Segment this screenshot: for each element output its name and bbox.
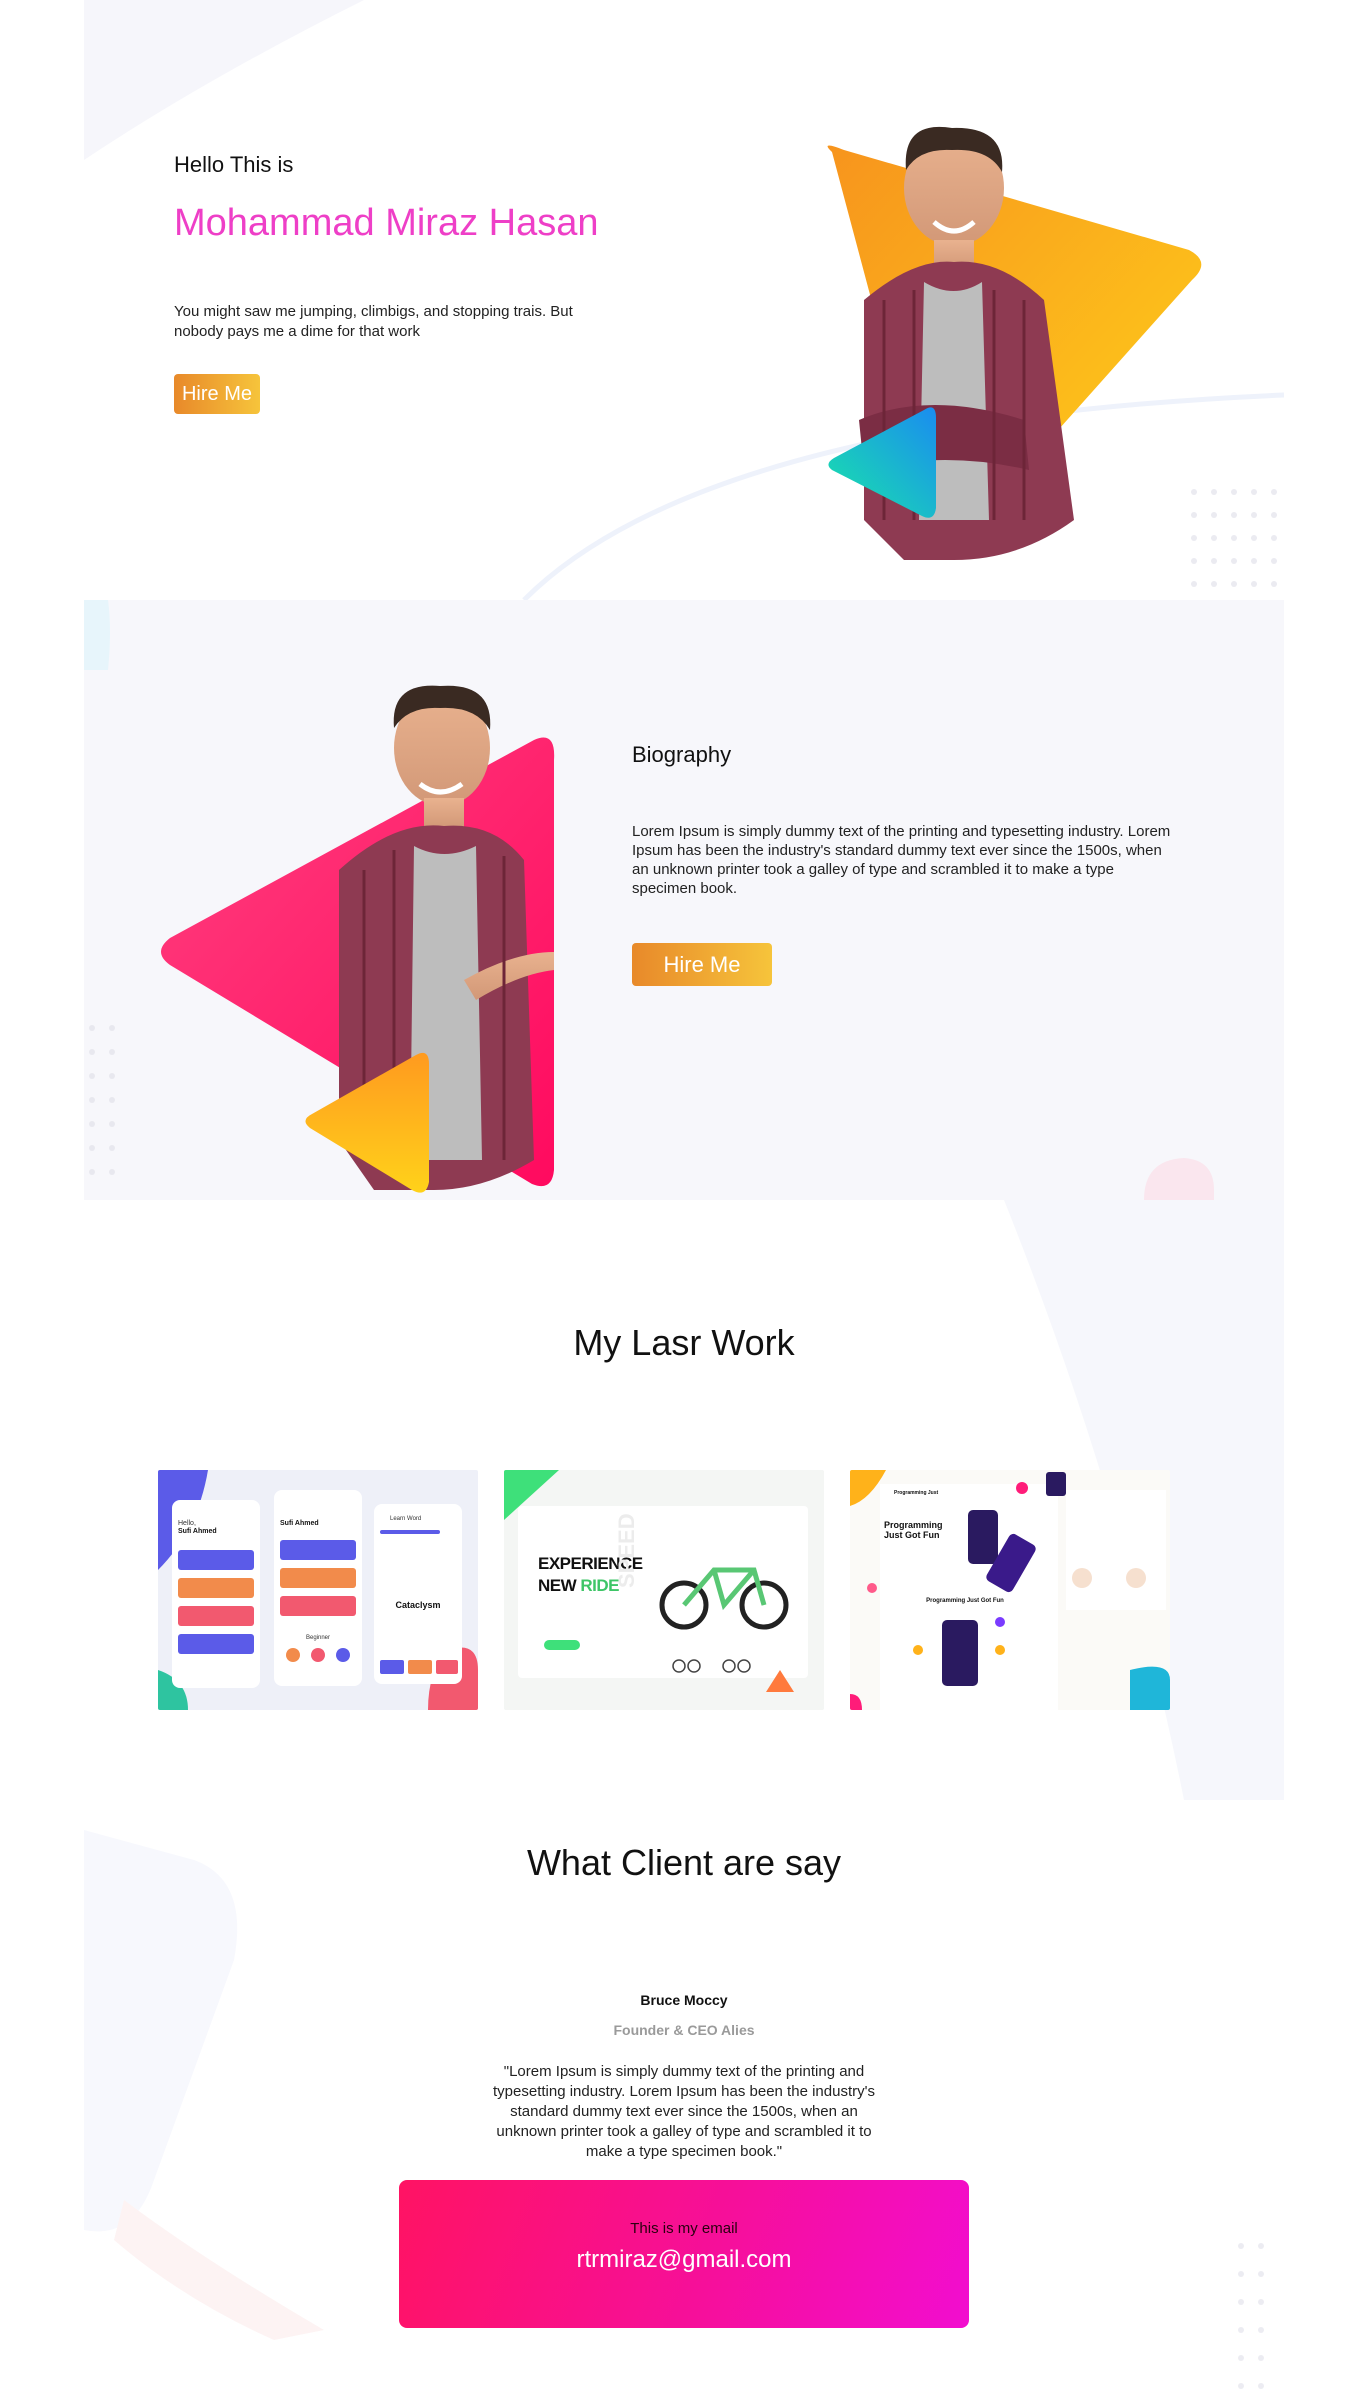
card-1-greeting: Hello, bbox=[178, 1520, 196, 1527]
card-3-brand: Programming Just bbox=[894, 1490, 939, 1496]
work-title: My Lasr Work bbox=[573, 1322, 795, 1363]
hero-description: You might saw me jumping, climbigs, and … bbox=[174, 303, 573, 340]
card-1-level: Beginner bbox=[305, 1635, 331, 1641]
email-label: This is my email bbox=[630, 2220, 738, 2237]
work-section: My Lasr Work Hello, Sufi Ahmed Sufi Ahme… bbox=[84, 1200, 1284, 1800]
hero-background-decor bbox=[84, 0, 1284, 600]
work-card-programming-site[interactable]: Programming Just Got Fun Programming Jus… bbox=[850, 1470, 1170, 1710]
card-3-headline: Programming Just Got Fun bbox=[884, 1520, 943, 1540]
page: Hello This is Mohammad Miraz Hasan You m… bbox=[84, 0, 1284, 2400]
hero-hire-me-button[interactable]: Hire Me bbox=[174, 374, 260, 414]
card-3-section: Programming Just Got Fun bbox=[926, 1598, 1004, 1604]
testimonial-section: What Client are say Bruce Moccy Founder … bbox=[84, 1800, 1284, 2400]
biography-text: Lorem Ipsum is simply dummy text of the … bbox=[632, 823, 1171, 897]
biography-section: Biography Lorem Ipsum is simply dummy te… bbox=[84, 600, 1284, 1200]
card-1-header: Learn Word bbox=[390, 1516, 422, 1522]
card-1-user-2: Sufi Ahmed bbox=[280, 1520, 319, 1527]
testimonial-title: What Client are say bbox=[526, 1842, 842, 1883]
hero-name: Mohammad Miraz Hasan bbox=[174, 202, 599, 244]
hero-section: Hello This is Mohammad Miraz Hasan You m… bbox=[84, 0, 1284, 600]
work-card-3-illustration bbox=[850, 1470, 1170, 1710]
email-address-link[interactable]: rtrmiraz@gmail.com bbox=[399, 2246, 969, 2274]
work-card-bicycle-site[interactable]: EXPERIENCE NEW RIDE SPEED bbox=[504, 1470, 824, 1710]
work-card-1-illustration bbox=[158, 1470, 478, 1710]
email-contact-box: This is my email rtrmiraz@gmail.com bbox=[399, 2180, 969, 2328]
client-quote: "Lorem Ipsum is simply dummy text of the… bbox=[493, 2063, 875, 2160]
client-name: Bruce Moccy bbox=[640, 1992, 728, 2008]
biography-title: Biography bbox=[632, 742, 732, 767]
card-2-headline-2: NEW RIDE bbox=[538, 1576, 620, 1596]
card-2-headline-new: NEW bbox=[538, 1576, 581, 1595]
card-1-user: Sufi Ahmed bbox=[178, 1528, 217, 1535]
hero-greeting: Hello This is bbox=[174, 152, 294, 177]
work-card-language-app[interactable]: Hello, Sufi Ahmed Sufi Ahmed Learn Word … bbox=[158, 1470, 478, 1710]
card-1-word: Cataclysm bbox=[395, 1600, 441, 1610]
biography-hire-me-button[interactable]: Hire Me bbox=[632, 943, 772, 986]
card-2-side-word: SPEED bbox=[614, 1513, 639, 1588]
client-role: Founder & CEO Alies bbox=[613, 2022, 755, 2038]
biography-background-decor bbox=[84, 600, 1214, 1200]
